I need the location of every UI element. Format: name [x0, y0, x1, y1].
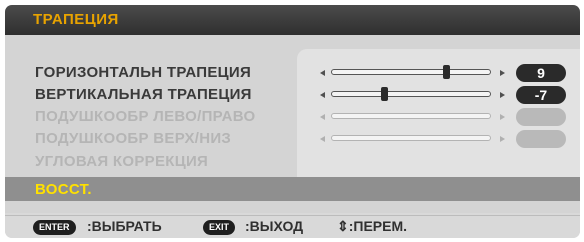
arrow-right-icon	[500, 114, 505, 120]
arrow-left-icon	[320, 136, 325, 142]
exit-key-icon: EXIT	[203, 220, 236, 235]
arrow-right-icon	[500, 136, 505, 142]
pincushion-left-right-value	[516, 108, 566, 126]
row-label-horizontal-keystone[interactable]: ГОРИЗОНТАЛЬН ТРАПЕЦИЯ	[35, 64, 251, 81]
reset-row[interactable]: ВОССТ.	[5, 177, 580, 201]
horizontal-keystone-value: 9	[516, 64, 566, 82]
pincushion-top-bottom-value	[516, 130, 566, 148]
arrow-right-icon[interactable]	[500, 70, 505, 76]
move-hint: ⇕:ПЕРЕМ.	[337, 218, 408, 234]
slider-track[interactable]	[331, 65, 491, 79]
menu-footer: ENTER :ВЫБРАТЬ EXIT :ВЫХОД ⇕:ПЕРЕМ.	[5, 215, 580, 238]
horizontal-keystone-slider[interactable]	[320, 65, 505, 79]
menu-title: ТРАПЕЦИЯ	[33, 11, 119, 28]
keystone-menu: ТРАПЕЦИЯ ГОРИЗОНТАЛЬН ТРАПЕЦИЯ 9 ВЕРТИКА…	[5, 5, 580, 238]
row-label-pincushion-left-right: ПОДУШКООБР ЛЕВО/ПРАВО	[35, 108, 256, 125]
menu-title-bar: ТРАПЕЦИЯ	[5, 5, 580, 35]
arrow-left-icon	[320, 114, 325, 120]
reset-label[interactable]: ВОССТ.	[35, 181, 92, 198]
row-label-vertical-keystone[interactable]: ВЕРТИКАЛЬНАЯ ТРАПЕЦИЯ	[35, 86, 252, 103]
vertical-keystone-value: -7	[516, 86, 566, 104]
slider-knob[interactable]	[442, 65, 450, 79]
row-label-corner-correction: УГЛОВАЯ КОРРЕКЦИЯ	[35, 153, 209, 170]
pincushion-top-bottom-slider	[320, 133, 505, 145]
slider-knob[interactable]	[381, 87, 389, 101]
pincushion-left-right-slider	[320, 111, 505, 123]
row-label-pincushion-top-bottom: ПОДУШКООБР ВЕРХ/НИЗ	[35, 130, 232, 147]
enter-key-icon: ENTER	[33, 220, 76, 235]
enter-hint: :ВЫБРАТЬ	[87, 218, 162, 234]
slider-track[interactable]	[331, 87, 491, 101]
slider-track	[331, 113, 491, 119]
arrow-left-icon[interactable]	[320, 70, 325, 76]
slider-track	[331, 135, 491, 141]
menu-panel: ГОРИЗОНТАЛЬН ТРАПЕЦИЯ 9 ВЕРТИКАЛЬНАЯ ТРА…	[5, 35, 580, 213]
arrow-left-icon[interactable]	[320, 92, 325, 98]
vertical-keystone-slider[interactable]	[320, 87, 505, 101]
exit-hint: :ВЫХОД	[245, 218, 304, 234]
arrow-right-icon[interactable]	[500, 92, 505, 98]
